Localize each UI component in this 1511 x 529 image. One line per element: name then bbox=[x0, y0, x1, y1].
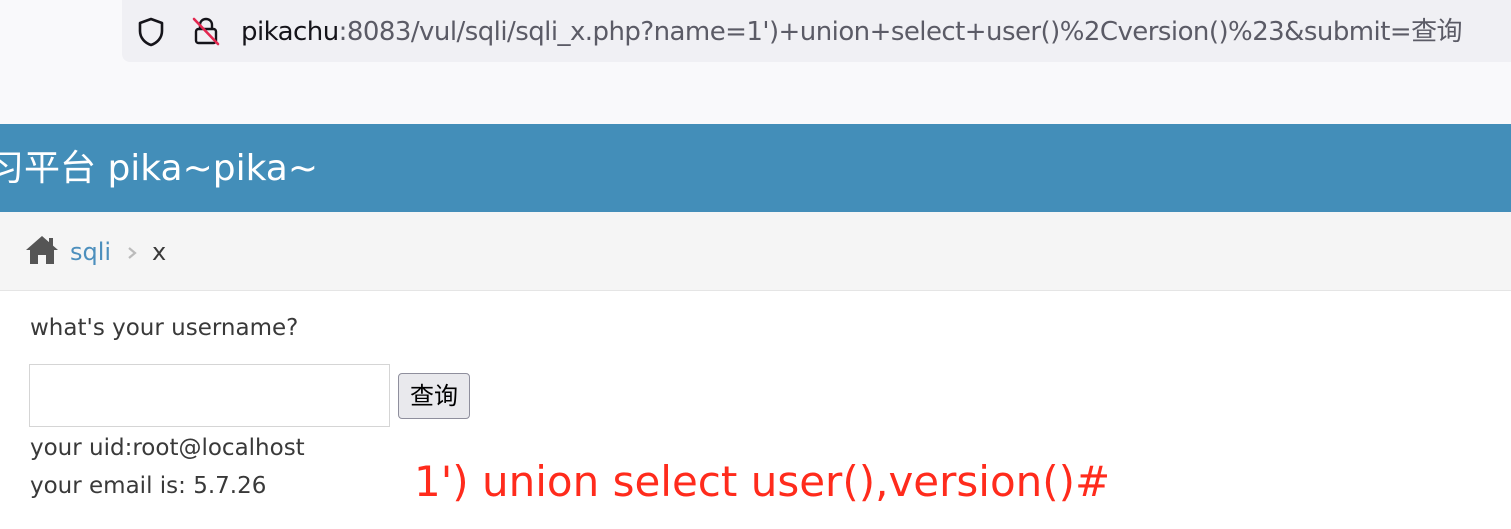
payload-annotation: 1') union select user(),version()# bbox=[414, 457, 1111, 506]
username-input[interactable] bbox=[29, 364, 390, 427]
breadcrumb-current: x bbox=[152, 238, 167, 266]
username-prompt: what's your username? bbox=[30, 315, 299, 341]
url-text[interactable]: pikachu:8083/vul/sqli/sqli_x.php?name=1'… bbox=[241, 14, 1463, 50]
site-title: 习平台 pika~pika~ bbox=[0, 148, 319, 189]
chevron-right-icon bbox=[128, 247, 137, 259]
url-host: pikachu bbox=[241, 17, 339, 47]
shield-icon[interactable] bbox=[136, 16, 166, 48]
home-icon[interactable] bbox=[24, 234, 60, 266]
insecure-lock-icon[interactable] bbox=[190, 15, 222, 47]
breadcrumb bbox=[0, 212, 1511, 291]
breadcrumb-link-sqli[interactable]: sqli bbox=[70, 236, 111, 268]
result-uid: your uid:root@localhost bbox=[30, 435, 305, 461]
url-path: :8083/vul/sqli/sqli_x.php?name=1')+union… bbox=[338, 17, 1463, 47]
result-email: your email is: 5.7.26 bbox=[30, 473, 267, 499]
query-button[interactable]: 查询 bbox=[398, 373, 470, 419]
